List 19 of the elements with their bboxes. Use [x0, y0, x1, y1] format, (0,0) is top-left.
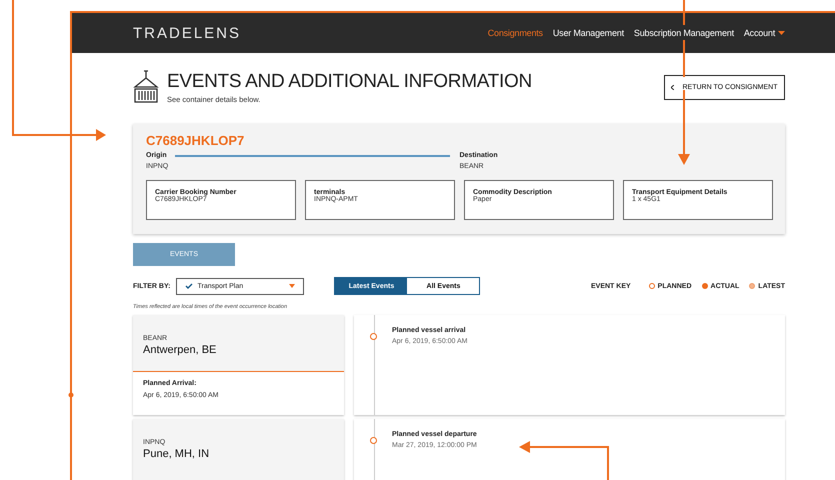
- nav-link[interactable]: Subscription Management: [634, 28, 734, 38]
- location-name: Antwerpen, BE: [143, 344, 218, 356]
- container-id: C7689JHKLOP7: [146, 133, 246, 148]
- caret-icon: [778, 31, 785, 35]
- timeline-dot-icon: [370, 333, 377, 340]
- nav-link[interactable]: Account: [744, 28, 785, 38]
- legend-dot-icon: [749, 283, 756, 289]
- nav-link[interactable]: User Management: [552, 28, 624, 38]
- legend-dot-icon: [702, 283, 708, 289]
- caret-icon: [289, 284, 296, 288]
- check-icon: [185, 283, 194, 289]
- page-title: EVENTS AND ADDITIONAL INFORMATION: [167, 70, 532, 92]
- location-name: Pune, MH, IN: [143, 448, 210, 460]
- container-crane-icon: [133, 70, 159, 104]
- logo: TRADELENS: [133, 24, 242, 42]
- chevron-left-icon: [671, 84, 674, 90]
- nav-link[interactable]: Consignments: [488, 28, 543, 38]
- timeline-dot-icon: [370, 437, 377, 444]
- legend-dot-icon: [648, 283, 655, 289]
